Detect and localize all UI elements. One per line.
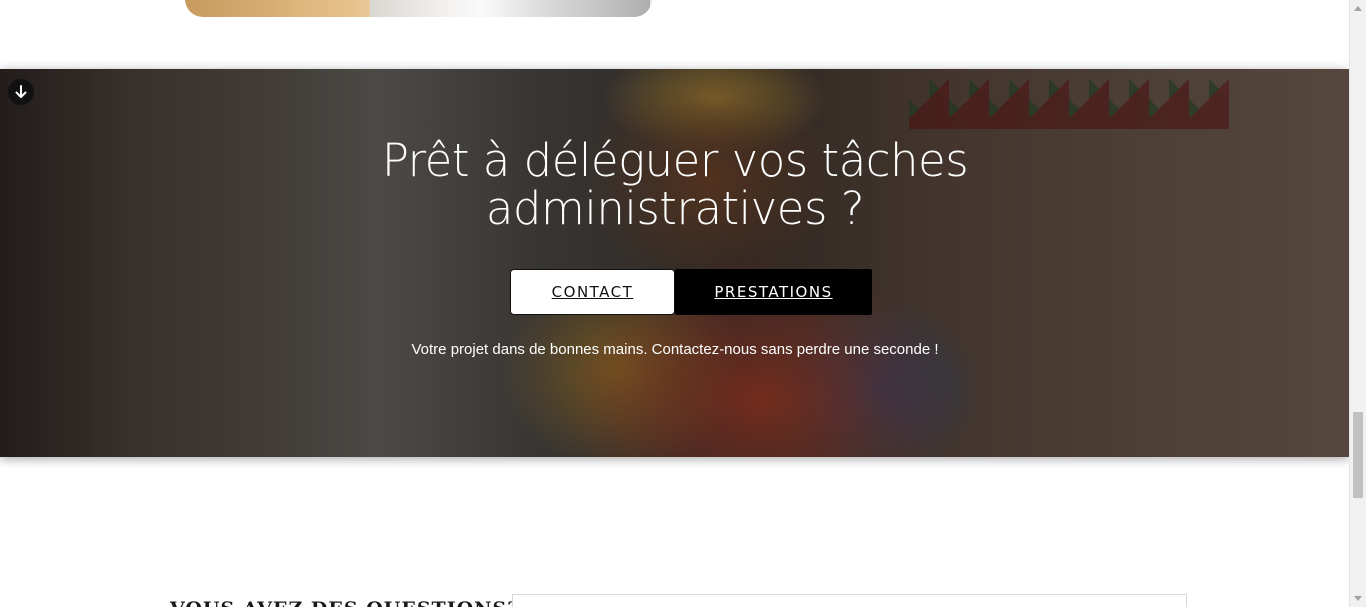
- page-scrollbar[interactable]: [1349, 0, 1366, 607]
- cta-hero-section: Prêt à déléguer vos tâches administrativ…: [0, 69, 1349, 457]
- page: Prêt à déléguer vos tâches administrativ…: [0, 0, 1366, 607]
- laptop-graphic: [370, 0, 650, 17]
- hero-content: Prêt à déléguer vos tâches administrativ…: [0, 69, 1349, 457]
- hero-title: Prêt à déléguer vos tâches administrativ…: [381, 134, 969, 235]
- hero-description: Votre projet dans de bonnes mains. Conta…: [411, 341, 939, 358]
- contact-button[interactable]: CONTACT: [510, 269, 675, 315]
- scroll-down-arrow-icon[interactable]: [1354, 596, 1362, 601]
- scrollbar-thumb[interactable]: [1353, 412, 1363, 498]
- top-laptop-image: [185, 0, 652, 17]
- scroll-down-button[interactable]: [8, 79, 34, 105]
- arrow-down-icon: [15, 85, 27, 98]
- faq-heading: VOUS AVEZ DES QUESTIONS?: [170, 598, 519, 607]
- faq-accordion-box[interactable]: [512, 594, 1187, 607]
- prestations-button[interactable]: PRESTATIONS: [675, 269, 872, 315]
- scroll-up-arrow-icon[interactable]: [1354, 6, 1362, 11]
